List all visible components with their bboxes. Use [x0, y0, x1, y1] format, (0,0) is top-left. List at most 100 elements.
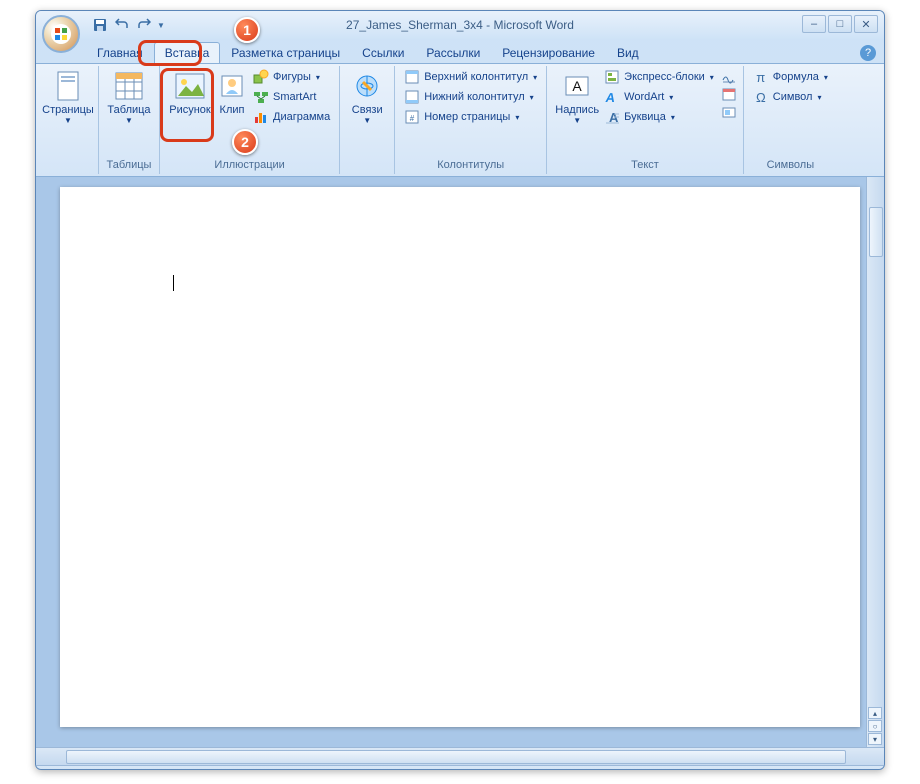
table-button[interactable]: Таблица ▼ [105, 68, 153, 127]
table-icon [113, 70, 145, 102]
group-illustrations: Рисунок Клип Фигуры▾ SmartArt [160, 66, 340, 174]
header-icon [404, 69, 420, 85]
chevron-down-icon: ▾ [515, 113, 519, 122]
wordart-button[interactable]: A WordArt▾ [601, 88, 717, 106]
scrollbar-thumb[interactable] [66, 750, 846, 764]
chevron-down-icon: ▾ [710, 73, 714, 82]
tab-review[interactable]: Рецензирование [491, 42, 606, 63]
quick-parts-button[interactable]: Экспресс-блоки▾ [601, 68, 717, 86]
links-button[interactable]: Связи ▼ [346, 68, 388, 127]
office-button[interactable] [42, 15, 80, 53]
smartart-button[interactable]: SmartArt [250, 88, 333, 106]
dropcap-icon: A [604, 109, 620, 125]
group-links: Связи ▼ [340, 66, 395, 174]
tab-mailings[interactable]: Рассылки [415, 42, 491, 63]
horizontal-scrollbar[interactable] [36, 747, 884, 765]
smartart-icon [253, 89, 269, 105]
chevron-down-icon: ▼ [125, 116, 133, 125]
shapes-button[interactable]: Фигуры▾ [250, 68, 333, 86]
chevron-down-icon: ▼ [64, 116, 72, 125]
redo-button[interactable] [134, 15, 154, 35]
svg-text:A: A [572, 78, 582, 94]
tab-references[interactable]: Ссылки [351, 42, 415, 63]
status-right: 100% − + [600, 769, 878, 771]
undo-button[interactable] [112, 15, 132, 35]
chevron-down-icon: ▾ [671, 113, 675, 122]
ribbon-tabs: Главная Вставка Разметка страницы Ссылки… [36, 39, 884, 63]
chevron-down-icon: ▾ [824, 73, 828, 82]
svg-text:#: # [410, 114, 415, 123]
app-window: ▼ 27_James_Sherman_3x4 - Microsoft Word … [35, 10, 885, 770]
chevron-down-icon: ▾ [316, 73, 320, 82]
footer-button[interactable]: Нижний колонтитул▾ [401, 88, 540, 106]
date-time-button[interactable] [721, 86, 737, 102]
pages-button[interactable]: Страницы ▼ [44, 68, 92, 127]
redo-icon [137, 18, 151, 32]
group-symbols: π Формула▾ Ω Символ▾ Символы [744, 66, 837, 174]
group-pages: Страницы ▼ [38, 66, 99, 174]
tab-home[interactable]: Главная [86, 42, 154, 63]
maximize-button[interactable]: □ [828, 15, 852, 33]
help-button[interactable]: ? [860, 45, 876, 61]
clip-icon [216, 70, 248, 102]
zoom-in-button[interactable]: + [864, 770, 878, 771]
draft-view-button[interactable] [688, 769, 706, 771]
outline-view-button[interactable] [666, 769, 684, 771]
picture-button[interactable]: Рисунок [166, 68, 214, 118]
shapes-icon [253, 69, 269, 85]
separator [257, 770, 258, 771]
chevron-down-icon: ▼ [573, 116, 581, 125]
group-tables: Таблица ▼ Таблицы [99, 66, 160, 174]
browse-buttons: ▴ ○ ▾ [868, 707, 882, 745]
minimize-button[interactable]: – [802, 15, 826, 33]
chart-button[interactable]: Диаграмма [250, 108, 333, 126]
tab-insert[interactable]: Вставка [154, 42, 221, 63]
footer-icon [404, 89, 420, 105]
save-button[interactable] [90, 15, 110, 35]
equation-icon: π [753, 69, 769, 85]
group-header-footer: Верхний колонтитул▾ Нижний колонтитул▾ #… [395, 66, 547, 174]
page-number-button[interactable]: # Номер страницы▾ [401, 108, 540, 126]
page-number-icon: # [404, 109, 420, 125]
chevron-down-icon: ▾ [533, 73, 537, 82]
header-button[interactable]: Верхний колонтитул▾ [401, 68, 540, 86]
full-screen-view-button[interactable] [622, 769, 640, 771]
tab-view[interactable]: Вид [606, 42, 650, 63]
equation-button[interactable]: π Формула▾ [750, 68, 831, 86]
web-layout-view-button[interactable] [644, 769, 662, 771]
close-icon: ✕ [861, 18, 870, 31]
prev-page-button[interactable]: ▴ [868, 707, 882, 719]
object-button[interactable] [721, 104, 737, 120]
hyperlink-icon [351, 70, 383, 102]
quick-parts-icon [604, 69, 620, 85]
picture-icon [174, 70, 206, 102]
clip-button[interactable]: Клип [214, 68, 250, 118]
zoom-out-button[interactable]: − [742, 770, 756, 771]
page-icon [52, 70, 84, 102]
chart-icon [253, 109, 269, 125]
group-text: A Надпись ▼ Экспресс-блоки▾ A WordArt▾ A [547, 66, 744, 174]
next-page-button[interactable]: ▾ [868, 733, 882, 745]
vertical-scrollbar[interactable]: ▴ ○ ▾ [866, 177, 884, 747]
text-cursor [173, 275, 174, 291]
spellcheck-icon[interactable] [266, 770, 280, 771]
tab-page-layout[interactable]: Разметка страницы [220, 42, 351, 63]
save-icon [93, 18, 107, 32]
chevron-down-icon: ▾ [530, 93, 534, 102]
ribbon: Страницы ▼ Таблица ▼ Таблицы Рисунок [36, 63, 884, 177]
scrollbar-thumb[interactable] [869, 207, 883, 257]
quick-access-toolbar: ▼ [90, 15, 166, 35]
window-controls: – □ ✕ [802, 15, 878, 33]
browse-object-button[interactable]: ○ [868, 720, 882, 732]
textbox-icon: A [561, 70, 593, 102]
close-button[interactable]: ✕ [854, 15, 878, 33]
document-page[interactable] [60, 187, 860, 727]
qat-customize-button[interactable]: ▼ [156, 15, 166, 35]
textbox-button[interactable]: A Надпись ▼ [553, 68, 601, 127]
statusbar: Страница: 1 из 224 Число слов: 3 955 Анг… [36, 765, 884, 770]
signature-line-button[interactable] [721, 68, 737, 84]
dropcap-button[interactable]: A Буквица▾ [601, 108, 717, 126]
symbol-button[interactable]: Ω Символ▾ [750, 88, 831, 106]
print-layout-view-button[interactable] [600, 769, 618, 771]
signature-icon [721, 68, 737, 84]
